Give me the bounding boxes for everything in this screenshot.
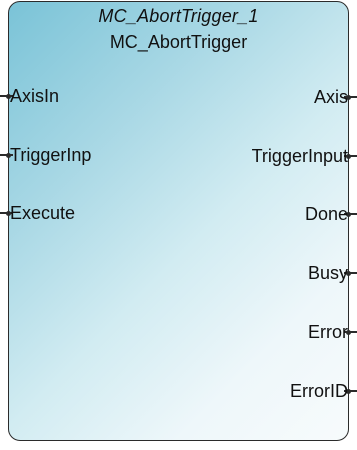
output-pin-busy: Busy [307,263,348,283]
output-pin-axis: Axis [313,87,348,107]
output-pin-triggerinput: TriggerInput [251,146,348,166]
output-pin-errorid: ErrorID [290,381,348,401]
input-pin-axisin: AxisIn [10,86,60,106]
instance-name: MC_AbortTrigger_1 [98,6,259,26]
input-pin-execute: Execute [10,203,76,223]
output-pin-done: Done [304,204,348,224]
output-pin-error: Error [308,322,348,342]
input-pin-triggerinp: TriggerInp [10,145,92,165]
block-type-name: MC_AbortTrigger [109,32,248,52]
